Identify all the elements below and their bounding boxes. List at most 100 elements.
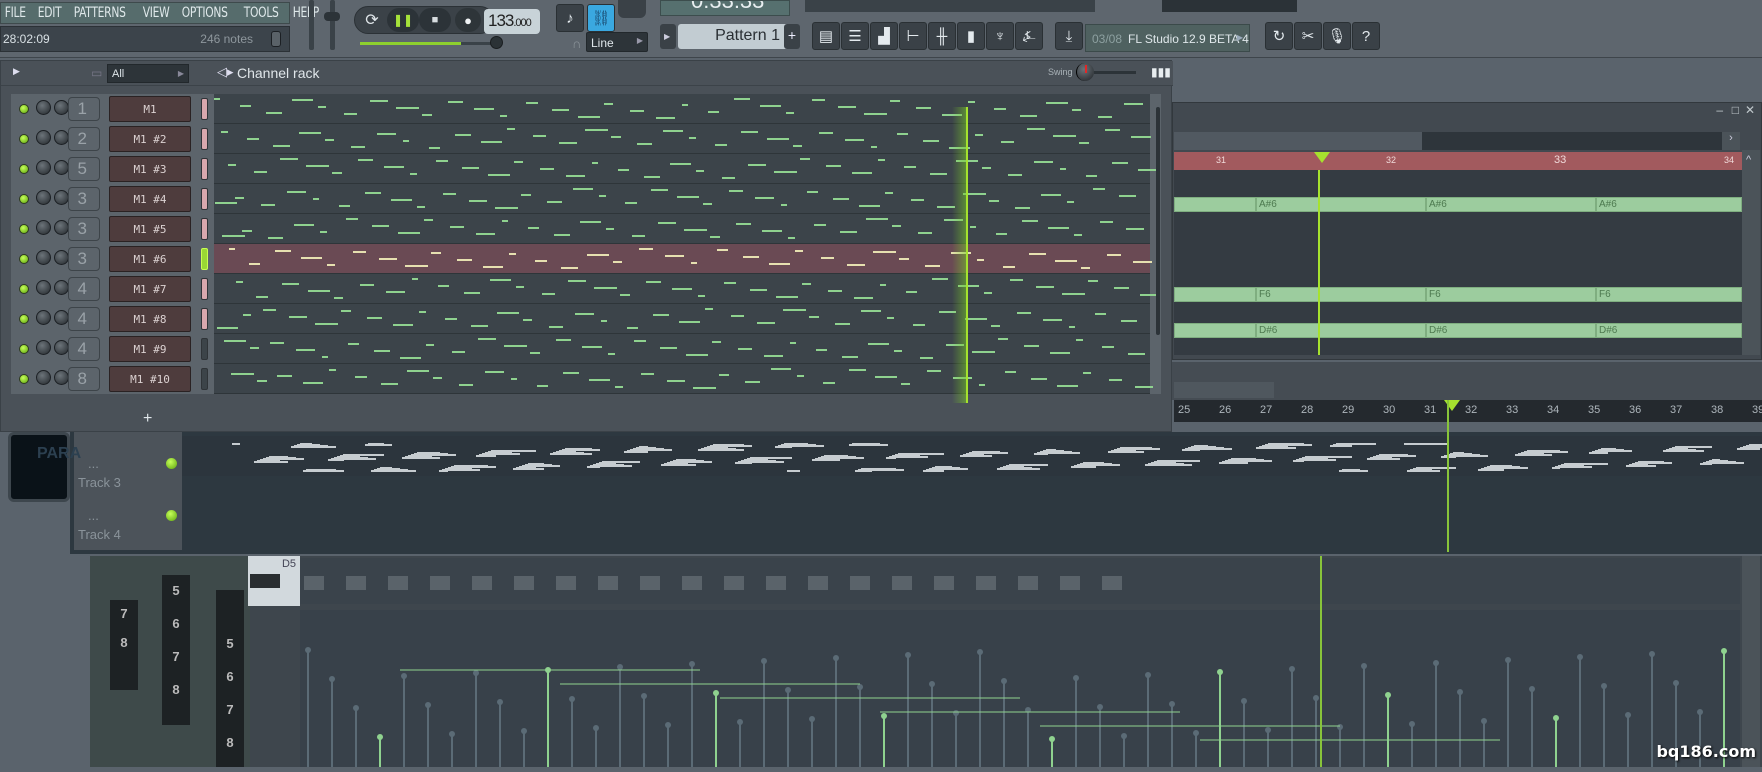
channel-volume-knob[interactable] [36, 310, 51, 325]
browser-button[interactable]: ⊢ [899, 22, 927, 50]
velocity-handle[interactable] [425, 702, 431, 708]
velocity-handle[interactable] [377, 734, 383, 740]
playlist-ruler[interactable]: 25 26 27 28 29 30 31 32 33 34 35 36 37 38 39 [1174, 400, 1762, 422]
channel-mute-led[interactable] [19, 194, 29, 204]
velocity-handle[interactable] [641, 693, 647, 699]
velocity-handle[interactable] [1385, 692, 1391, 698]
master-pitch-slider[interactable] [330, 0, 335, 50]
velocity-handle[interactable] [665, 722, 671, 728]
track-3-label[interactable]: Track 3 [78, 475, 121, 490]
channel-pattern-preview[interactable] [214, 304, 1150, 334]
velocity-handle[interactable] [737, 719, 743, 725]
velocity-handle[interactable] [1313, 695, 1319, 701]
channel-name-button[interactable]: M1 #4 [109, 186, 191, 212]
channel-volume-knob[interactable] [36, 130, 51, 145]
track-mute-led[interactable] [166, 510, 177, 521]
velocity-handle[interactable] [1289, 666, 1295, 672]
velocity-handle[interactable] [905, 652, 911, 658]
channel-pan-knob[interactable] [54, 370, 69, 385]
velocity-handle[interactable] [1505, 657, 1511, 663]
velocity-handle[interactable] [1625, 712, 1631, 718]
velocity-handle[interactable] [689, 661, 695, 667]
note[interactable] [1174, 287, 1256, 302]
mixer-track-number[interactable]: 8 [68, 367, 100, 391]
velocity-handle[interactable] [857, 684, 863, 690]
event-vscroll[interactable] [1742, 556, 1760, 767]
event-editor[interactable] [300, 610, 1740, 767]
channel-volume-knob[interactable] [36, 190, 51, 205]
master-volume-slider[interactable] [309, 0, 314, 50]
velocity-handle[interactable] [1049, 736, 1055, 742]
channel-select-indicator[interactable] [201, 158, 208, 180]
channel-select-indicator[interactable] [201, 278, 208, 300]
velocity-handle[interactable] [1121, 733, 1127, 739]
channel-pan-knob[interactable] [54, 190, 69, 205]
velocity-handle[interactable] [1697, 709, 1703, 715]
hint-knob-icon[interactable] [271, 31, 281, 47]
pattern-selector[interactable]: Pattern 1 [678, 24, 794, 49]
channel-volume-knob[interactable] [36, 160, 51, 175]
velocity-handle[interactable] [569, 696, 575, 702]
note[interactable] [1174, 323, 1256, 338]
note[interactable]: A#6 [1256, 197, 1426, 212]
velocity-handle[interactable] [617, 664, 623, 670]
channel-volume-knob[interactable] [36, 370, 51, 385]
channel-volume-knob[interactable] [36, 250, 51, 265]
channel-name-button[interactable]: M1 #10 [109, 366, 191, 392]
playlist-button[interactable]: ▤ [812, 22, 840, 50]
song-position-slider[interactable] [360, 42, 500, 45]
velocity-handle[interactable] [1337, 724, 1343, 730]
velocity-handle[interactable] [1001, 678, 1007, 684]
song-position-handle[interactable] [490, 36, 503, 49]
news-panel[interactable]: 03/08 FL Studio 12.9 BETA 4 ▶ [1085, 24, 1250, 52]
mixer-track-number[interactable]: 3 [68, 247, 100, 271]
cut-tool-button[interactable]: ✂ [1294, 22, 1322, 50]
velocity-handle[interactable] [1073, 675, 1079, 681]
mixer-track-number[interactable]: 2 [68, 127, 100, 151]
velocity-handle[interactable] [881, 713, 887, 719]
typing-keyboard-button[interactable]: ♪ [556, 4, 584, 32]
channel-mute-led[interactable] [19, 254, 29, 264]
scroll-right-button[interactable]: › [1722, 132, 1740, 150]
mixer-track-number[interactable]: 1 [68, 97, 100, 121]
graph-editor-icon[interactable]: ▮▮▮ [1151, 65, 1171, 79]
velocity-handle[interactable] [1649, 651, 1655, 657]
channel-pattern-preview[interactable] [214, 94, 1150, 124]
rack-menu-arrow-icon[interactable]: ▶ [13, 66, 20, 77]
add-pattern-button[interactable]: + [784, 24, 800, 49]
mixer-track-number[interactable]: 5 [68, 157, 100, 181]
velocity-handle[interactable] [1433, 660, 1439, 666]
note[interactable]: A#6 [1596, 197, 1742, 212]
channel-mute-led[interactable] [19, 344, 29, 354]
channel-mute-led[interactable] [19, 284, 29, 294]
menu-view[interactable]: VIEW [141, 3, 175, 23]
channel-settings-button[interactable]: ▮ [957, 22, 985, 50]
velocity-handle[interactable] [1601, 683, 1607, 689]
menu-options[interactable]: OPTIONS [180, 3, 233, 23]
channel-pan-knob[interactable] [54, 130, 69, 145]
channel-select-indicator[interactable] [201, 128, 208, 150]
note[interactable]: A#6 [1426, 197, 1596, 212]
tempo-display[interactable]: 133.000 [484, 9, 540, 34]
piano-keys[interactable]: D5 [248, 556, 300, 606]
rack-scrollbar[interactable] [1156, 107, 1160, 335]
velocity-handle[interactable] [353, 705, 359, 711]
velocity-handle[interactable] [1097, 704, 1103, 710]
playlist-scroll-thumb[interactable] [1174, 382, 1274, 398]
snap-selector[interactable]: Line ▶ [586, 32, 648, 52]
piano-roll-vscroll[interactable]: ^ [1742, 150, 1760, 355]
metronome-button[interactable] [618, 0, 646, 18]
velocity-handle[interactable] [305, 647, 311, 653]
pattern-song-toggle[interactable]: ⟳ [357, 8, 387, 32]
channel-name-button[interactable]: M1 #5 [109, 216, 191, 242]
velocity-handle[interactable] [473, 670, 479, 676]
mixer-button[interactable]: ╫ [928, 22, 956, 50]
record-audio-button[interactable]: 🎙 [1323, 22, 1351, 50]
channel-select-indicator[interactable] [201, 218, 208, 240]
swing-knob[interactable] [1076, 63, 1094, 81]
playlist-clip-lane[interactable] [182, 436, 1762, 476]
channel-name-button[interactable]: M1 #2 [109, 126, 191, 152]
velocity-handle[interactable] [1361, 663, 1367, 669]
velocity-handle[interactable] [1145, 672, 1151, 678]
swing-slider[interactable] [1094, 71, 1136, 74]
